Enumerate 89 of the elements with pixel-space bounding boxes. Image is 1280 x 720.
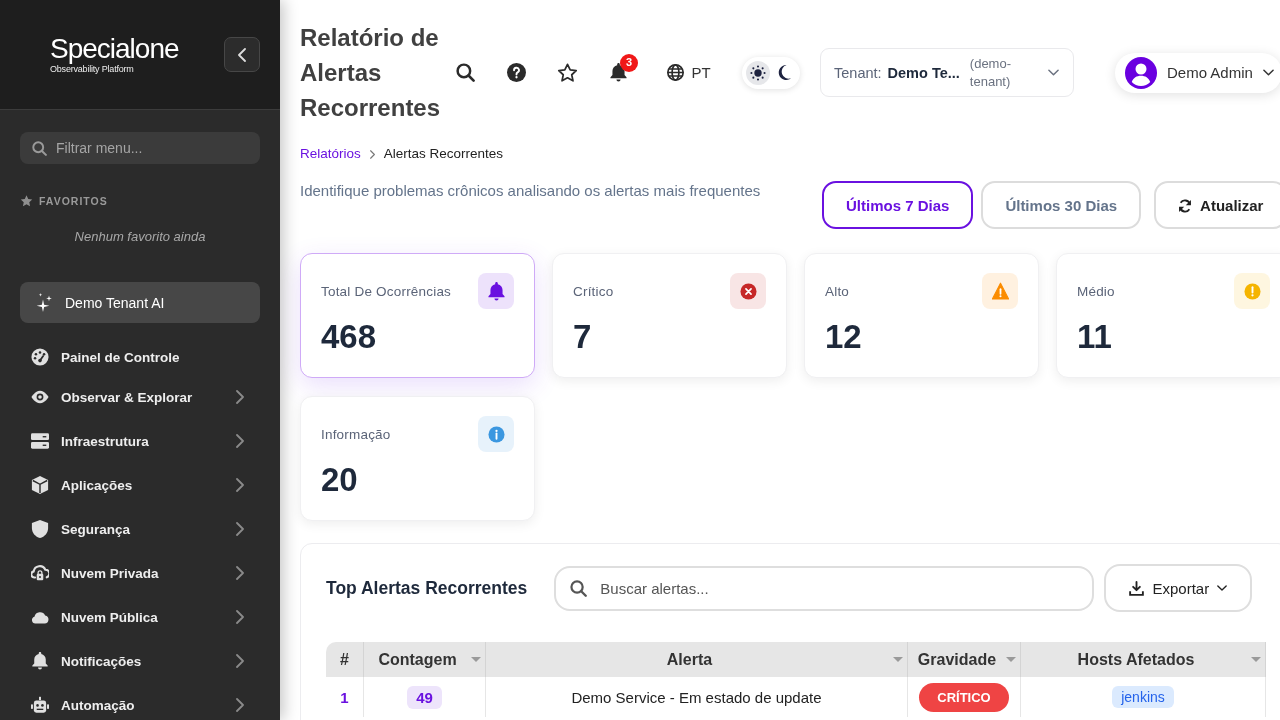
period-button[interactable]: Últimos 30 Dias [981, 181, 1142, 229]
logo-wordmark: Specialone [50, 34, 179, 64]
table-cell: Demo Service - Em estado de update [486, 677, 908, 717]
card-label: Crítico [573, 283, 614, 299]
star-outline-icon[interactable] [556, 62, 578, 83]
column-header[interactable]: Contagem [364, 642, 486, 677]
sidebar-menu-item[interactable]: Automação [20, 691, 260, 719]
column-header: # [326, 642, 364, 677]
tenant-label: Tenant: [834, 64, 882, 81]
ai-assistant-button[interactable]: Demo Tenant AI [20, 282, 260, 323]
chevron-right-icon [236, 478, 244, 492]
eye-icon [31, 388, 49, 406]
language-button[interactable]: PT [651, 54, 727, 91]
page-title: Relatório de Alertas Recorrentes [300, 23, 442, 123]
sparkle-icon [36, 293, 53, 312]
notification-count-badge: 3 [620, 53, 638, 72]
favorites-empty-text: Nenhum favorito ainda [73, 229, 207, 245]
tenant-name: Demo Te... [887, 64, 960, 81]
panel-title: Top Alertas Recorrentes [326, 577, 528, 599]
sidebar-menu-item[interactable]: Nuvem Pública [20, 603, 260, 631]
breadcrumb-current: Alertas Recorrentes [383, 145, 504, 163]
breadcrumb-link[interactable]: Relatórios [300, 144, 361, 164]
host-tag: jenkins [1112, 686, 1174, 708]
chevron-down-icon [1262, 69, 1274, 76]
chevron-right-icon [236, 610, 244, 624]
menu-search-input[interactable]: Filtrar menu... [56, 138, 248, 158]
chevron-left-icon [238, 47, 246, 62]
export-button[interactable]: Exportar [1104, 564, 1253, 612]
severity-badge: CRÍTICO [919, 682, 1009, 712]
sidebar-menu-item[interactable]: Segurança [20, 515, 260, 543]
collapse-sidebar-button[interactable] [224, 37, 260, 72]
card-label: Informação [321, 426, 391, 442]
tenant-slug: (demo-tenant) [969, 54, 1012, 91]
download-icon [1129, 580, 1145, 596]
card-value: 468 [321, 317, 378, 357]
gauge-icon [31, 348, 49, 366]
column-header[interactable]: Hosts Afetados [1021, 642, 1266, 677]
search-icon [570, 579, 588, 597]
sidebar-menu-item[interactable]: Painel de Controle [20, 343, 260, 371]
chevron-down-icon [1217, 585, 1228, 591]
card-value: 12 [825, 317, 863, 357]
chevron-right-icon [236, 698, 244, 712]
server-icon [31, 432, 49, 450]
column-header[interactable]: Alerta [486, 642, 908, 677]
refresh-icon [1178, 198, 1193, 213]
sidebar-menu-item[interactable]: Observar & Explorar [20, 383, 260, 411]
card-value: 20 [321, 460, 359, 500]
logo-tagline: Observability Platform [50, 64, 134, 75]
chevron-right-icon [236, 566, 244, 580]
table-cell: 1 [326, 677, 364, 717]
count-badge: 49 [407, 685, 442, 709]
help-icon[interactable] [506, 63, 526, 82]
avatar-icon [1125, 56, 1157, 89]
shield-icon [31, 520, 49, 538]
star-icon [20, 195, 33, 207]
bell-icon [31, 652, 49, 670]
chevron-right-icon [236, 522, 244, 536]
chevron-right-icon [236, 654, 244, 668]
cloud-lock-icon [31, 564, 49, 582]
chevron-right-icon [369, 149, 375, 159]
globe-icon [667, 64, 685, 81]
theme-toggle[interactable] [742, 56, 800, 89]
sidebar-menu-item[interactable]: Notificações [20, 647, 260, 675]
sidebar-menu-item[interactable]: Infraestrutura [20, 427, 260, 455]
sun-icon [746, 60, 770, 85]
period-button[interactable]: Últimos 7 Dias [822, 181, 974, 229]
robot-icon [31, 696, 49, 714]
chevron-down-icon [1048, 69, 1059, 76]
search-icon [32, 140, 47, 156]
alert-search-field[interactable]: Buscar alertas... [554, 565, 1095, 611]
user-menu[interactable]: Demo Admin [1115, 52, 1280, 93]
chevron-right-icon [236, 434, 244, 448]
sidebar-menu-item[interactable]: Nuvem Privada [20, 559, 260, 587]
search-icon[interactable] [455, 63, 475, 82]
card-label: Alto [825, 283, 850, 299]
favorites-heading: FAVORITOS [39, 195, 108, 207]
column-header[interactable]: Gravidade [908, 642, 1021, 677]
card-value: 7 [573, 317, 593, 357]
menu-search-field[interactable]: Filtrar menu... [20, 132, 260, 164]
page-description: Identifique problemas crônicos analisando os alertas mais frequentes [300, 181, 762, 200]
cube-icon [31, 476, 49, 494]
card-label: Médio [1077, 283, 1115, 299]
card-label: Total De Ocorrências [321, 283, 452, 299]
bell-icon[interactable] [609, 63, 627, 82]
alert-search-input[interactable]: Buscar alertas... [600, 577, 1079, 599]
sidebar-menu-item[interactable]: Aplicações [20, 471, 260, 499]
card-value: 11 [1077, 317, 1113, 357]
chevron-right-icon [236, 390, 244, 404]
refresh-button[interactable]: Atualizar [1154, 181, 1280, 229]
